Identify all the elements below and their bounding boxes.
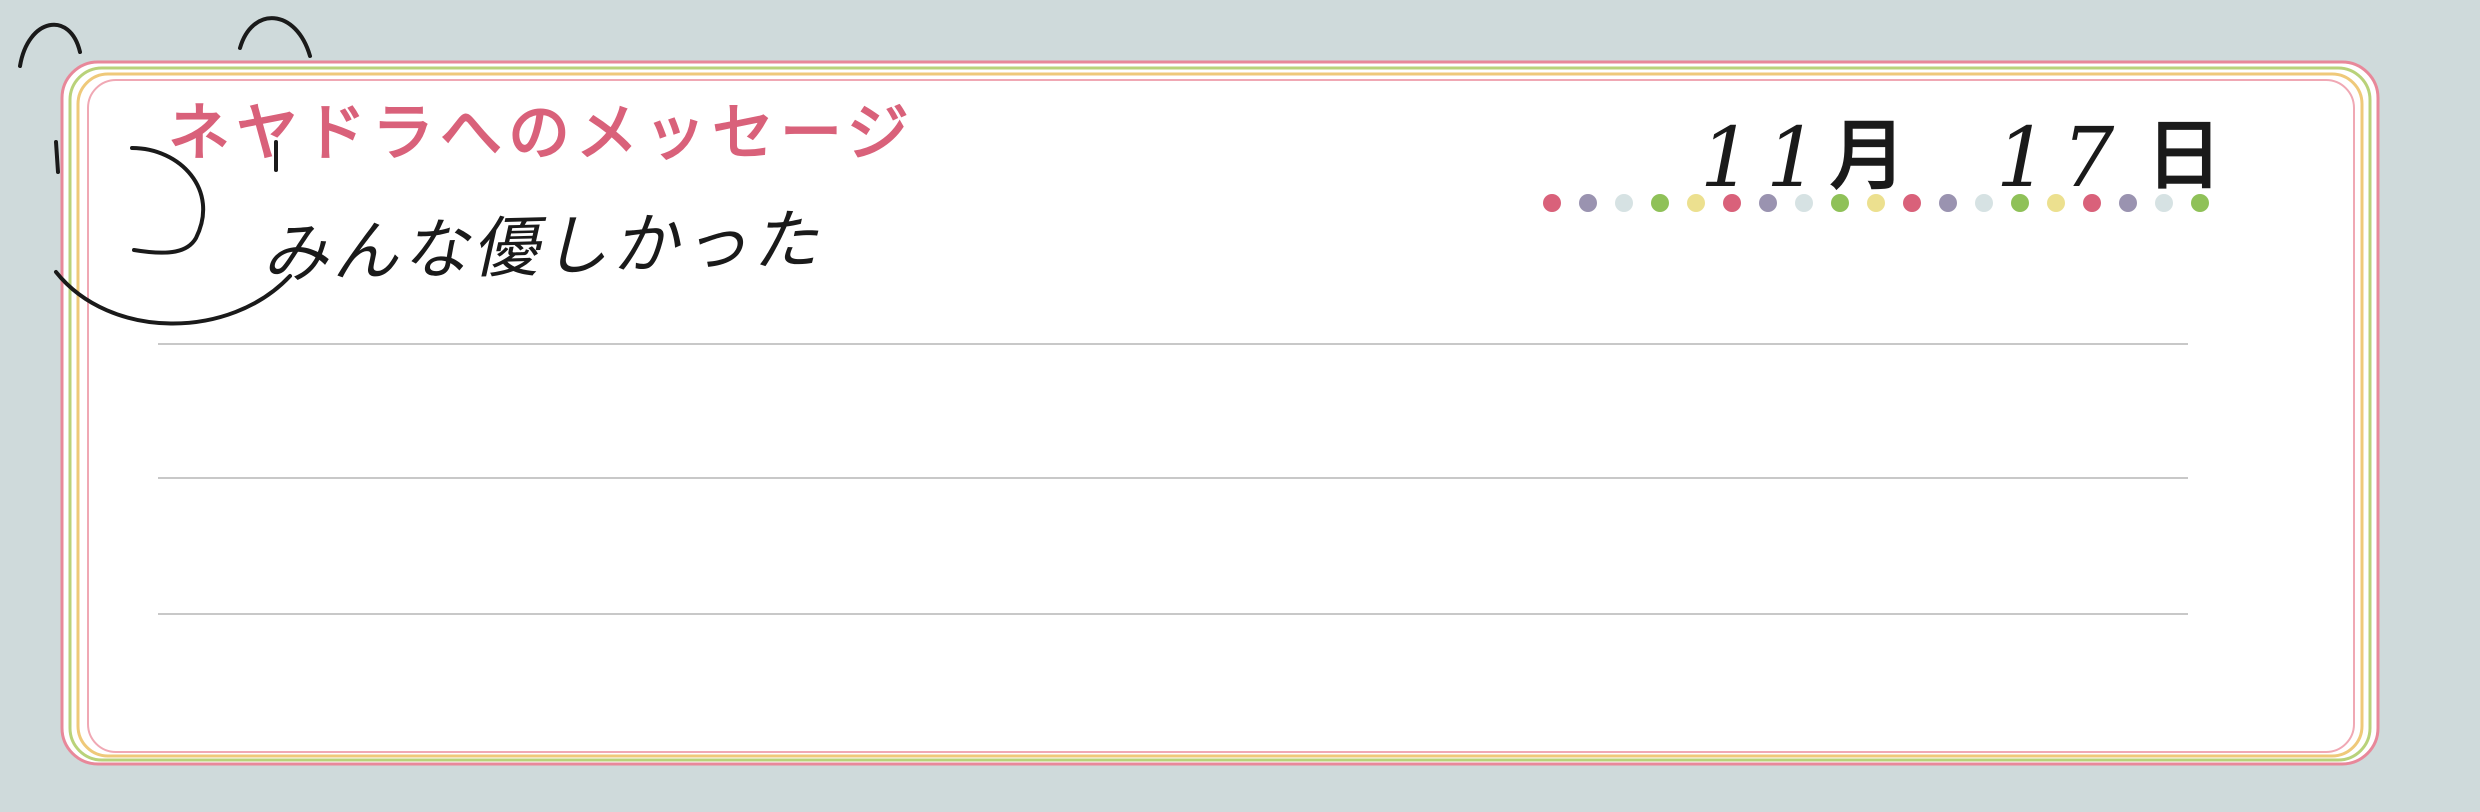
handwritten-message: みんな優しかった [260,201,823,293]
decorative-dot [1651,194,1669,212]
right-eyebrow [238,16,312,58]
date-day-unit: 日 [2146,111,2222,200]
smile-mouth [54,270,292,326]
message-card: ネヤドラへのメッセージ みんな優しかった 11 月 17 日 [0,0,2480,812]
decorative-dot [1975,194,1993,212]
decorative-dot [1543,194,1561,212]
date-day: 17 [1996,111,2129,206]
decorative-dot [1939,194,1957,212]
smiley-face-drawing [18,16,312,326]
decorative-dot [1579,194,1597,212]
decorative-dot [1615,194,1633,212]
nose [130,146,206,255]
left-eye [54,140,60,174]
left-eyebrow [18,22,82,68]
date-month-unit: 月 [1830,111,1906,200]
date-month: 11 [1700,111,1833,206]
